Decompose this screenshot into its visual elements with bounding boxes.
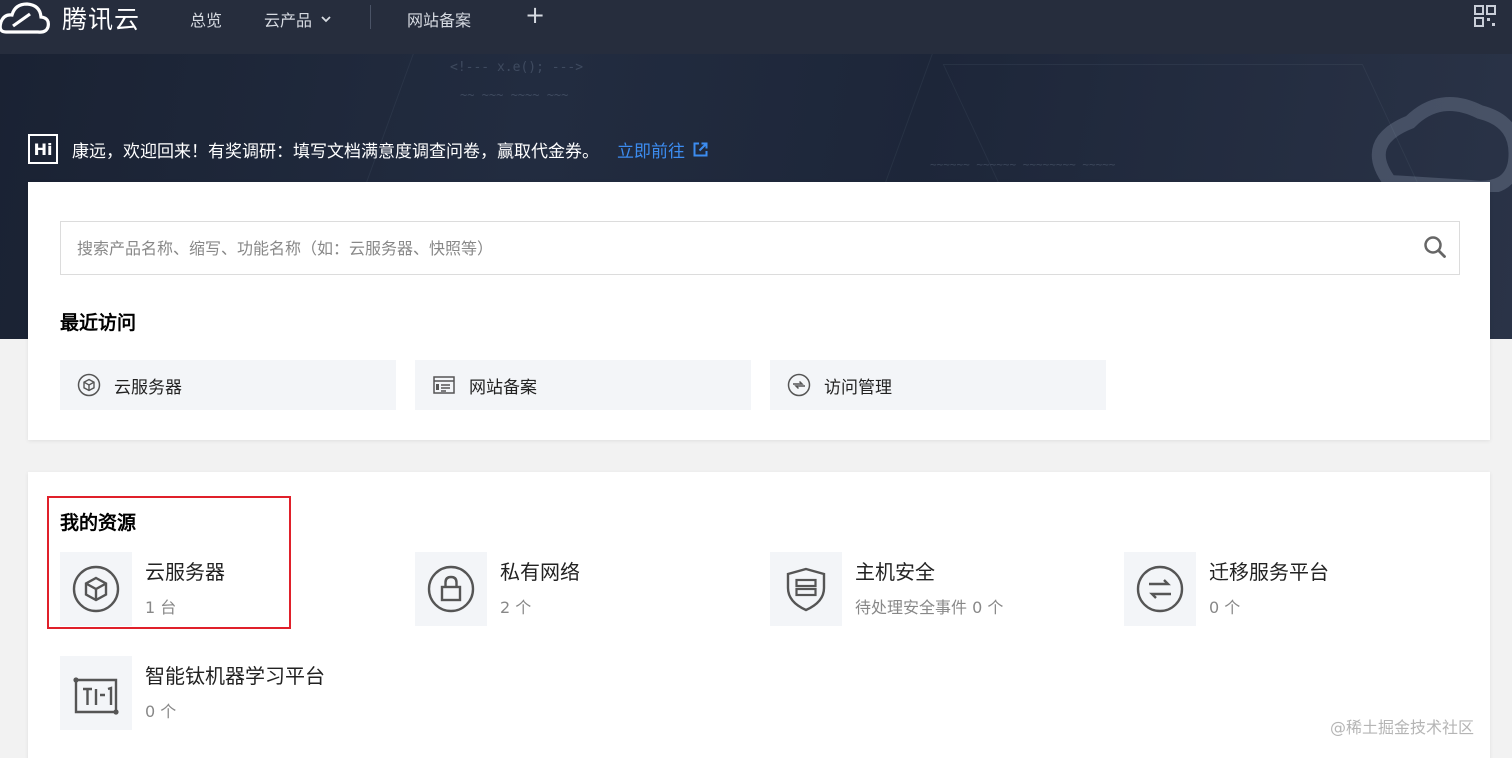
banner-code-decoration: <!--- x.e(); ---> xyxy=(450,60,584,75)
survey-link[interactable]: 立即前往 xyxy=(617,137,685,162)
resource-count: 待处理安全事件 0 个 xyxy=(855,598,1004,617)
recent-item-icp[interactable]: 网站备案 xyxy=(415,360,751,410)
nav-divider xyxy=(370,5,371,29)
search-icon[interactable] xyxy=(1423,235,1447,263)
watermark: @稀土掘金技术社区 xyxy=(1330,718,1475,737)
nav-overview[interactable]: 总览 xyxy=(190,7,222,31)
recent-item-cvm[interactable]: 云服务器 xyxy=(60,360,396,410)
hi-badge: Hi xyxy=(28,134,58,164)
shield-icon xyxy=(770,552,842,626)
my-resources-title: 我的资源 xyxy=(60,512,137,534)
brand-logo[interactable]: 腾讯云 xyxy=(0,0,140,36)
resource-migration[interactable]: 迁移服务平台 0 个 xyxy=(1124,552,1444,626)
cube-icon xyxy=(76,372,102,398)
banner-code-decoration: ~~~~~~ ~~~~~~ ~~~~~~~~ ~~~~~ xyxy=(930,158,1116,171)
resource-cvm[interactable]: 云服务器 1 台 xyxy=(60,552,380,626)
nav-products[interactable]: 云产品 xyxy=(264,7,332,31)
greeting-bar: Hi 康远，欢迎回来！有奖调研：填写文档满意度调查问卷，赢取代金券。 立即前往 xyxy=(28,134,708,164)
brand-name: 腾讯云 xyxy=(62,5,141,34)
cloud-logo-icon xyxy=(0,2,50,34)
resource-count: 2 个 xyxy=(500,598,532,617)
recent-item-label: 访问管理 xyxy=(824,377,892,398)
search-input[interactable] xyxy=(61,222,1401,274)
cube-icon xyxy=(60,552,132,626)
qr-code-icon[interactable] xyxy=(1474,5,1496,27)
search-box xyxy=(60,221,1460,275)
nav-add-button[interactable]: + xyxy=(525,3,545,27)
search-card: 最近访问 云服务器 网站备案 访问管理 xyxy=(28,182,1490,440)
document-icon xyxy=(431,372,457,398)
nav-icp-filing[interactable]: 网站备案 xyxy=(407,7,471,31)
recent-item-label: 网站备案 xyxy=(469,377,537,398)
resource-count: 0 个 xyxy=(1209,598,1241,617)
lock-icon xyxy=(415,552,487,626)
resource-name: 主机安全 xyxy=(855,560,935,584)
greeting-text: 康远，欢迎回来！有奖调研：填写文档满意度调查问卷，赢取代金券。 xyxy=(72,141,599,162)
resource-ti-one[interactable]: 智能钛机器学习平台 0 个 xyxy=(60,656,380,730)
resources-card: 我的资源 云服务器 1 台 私有网络 2 个 主机安全 待处理安全事件 0 个 … xyxy=(28,472,1490,758)
resource-count: 0 个 xyxy=(145,702,177,721)
resource-name: 云服务器 xyxy=(145,560,225,584)
recent-visits-title: 最近访问 xyxy=(60,312,137,334)
banner-3d-logo-decoration xyxy=(1371,97,1512,192)
resource-name: 智能钛机器学习平台 xyxy=(145,664,325,688)
chevron-down-icon xyxy=(321,16,331,23)
resource-count: 1 台 xyxy=(145,598,177,617)
resource-name: 私有网络 xyxy=(500,560,580,584)
nav-products-label: 云产品 xyxy=(264,11,313,30)
migrate-icon xyxy=(1124,552,1196,626)
banner-code-decoration: ~~ ~~~ ~~~~ ~~~ xyxy=(460,88,569,102)
resource-name: 迁移服务平台 xyxy=(1209,560,1329,584)
resource-host-security[interactable]: 主机安全 待处理安全事件 0 个 xyxy=(770,552,1090,626)
access-icon xyxy=(786,372,812,398)
resource-vpc[interactable]: 私有网络 2 个 xyxy=(415,552,735,626)
external-link-icon[interactable] xyxy=(693,142,708,157)
recent-item-label: 云服务器 xyxy=(114,377,182,398)
ti-one-icon xyxy=(60,656,132,730)
recent-item-cam[interactable]: 访问管理 xyxy=(770,360,1106,410)
top-nav: 腾讯云 总览 云产品 网站备案 + xyxy=(0,0,1512,54)
